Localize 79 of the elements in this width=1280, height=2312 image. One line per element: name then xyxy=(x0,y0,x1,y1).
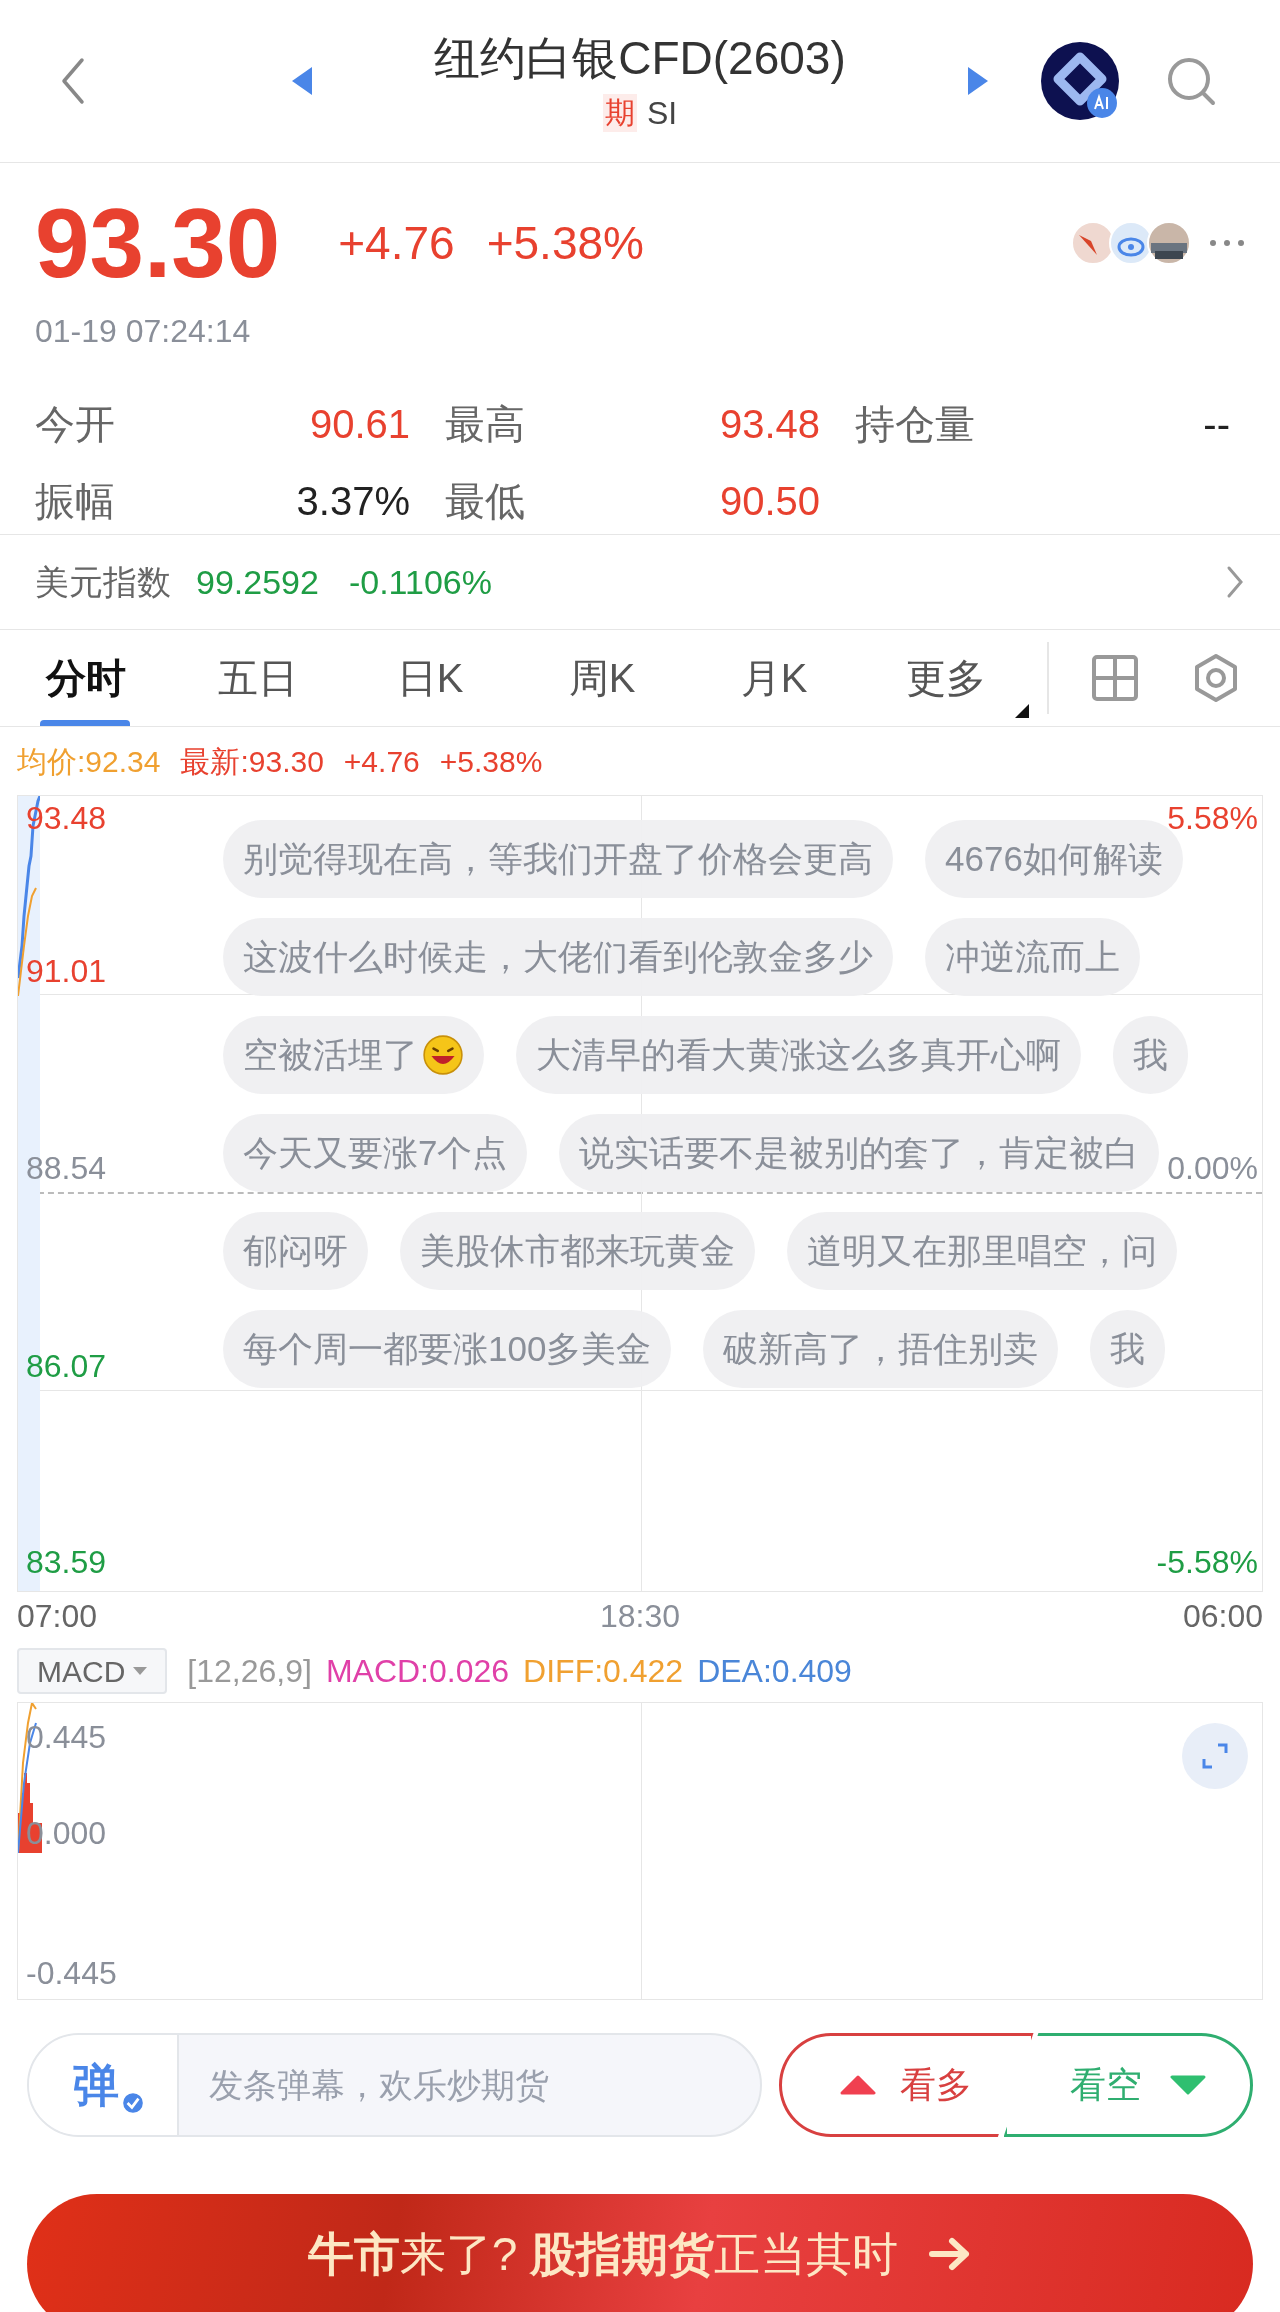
banner-text: 牛市来了? 股指期货正当其时 xyxy=(307,2226,899,2282)
axis-label: 91.01 xyxy=(26,952,107,991)
down-triangle-icon xyxy=(1170,2075,1207,2095)
chevron-right-icon[interactable] xyxy=(1225,564,1245,600)
time-axis-label: 07:00 xyxy=(17,1597,98,1636)
time-axis-label: 06:00 xyxy=(1182,1597,1263,1636)
symbol-code: SI xyxy=(646,94,678,132)
stat-label: 最低 xyxy=(445,477,525,525)
ai-assistant-icon[interactable] xyxy=(1040,41,1120,121)
danmaku-bubble: 这波什么时候走，大佬们看到伦敦金多少 xyxy=(223,918,893,996)
danmaku-bubble: 说实话要不是被别的套了，肯定被白 xyxy=(559,1114,1160,1192)
tab[interactable]: 周K xyxy=(516,630,688,726)
index-change: -0.1106% xyxy=(348,561,492,603)
danmaku-bubble: 道明又在那里唱空，问 xyxy=(787,1212,1177,1290)
danmaku-input-field[interactable]: 发条弹幕，欢乐炒期货 xyxy=(179,2035,760,2135)
stat-value: 90.61 xyxy=(309,400,410,448)
index-name: 美元指数 xyxy=(35,561,171,603)
tab[interactable]: 五日 xyxy=(172,630,344,726)
danmaku-bubble: 今天又要涨7个点 xyxy=(223,1114,528,1192)
bullish-button[interactable]: 看多 xyxy=(778,2033,1034,2137)
dropdown-corner-icon xyxy=(1015,704,1029,718)
danmaku-bubble: 美股休市都来玩黄金 xyxy=(400,1212,755,1290)
danmaku-bubble: 破新高了，捂住别卖 xyxy=(703,1310,1059,1388)
danmaku-bubble: 郁闷呀 xyxy=(223,1212,368,1290)
latest-price-label: +4.76 xyxy=(343,743,420,780)
promo-banner[interactable]: 牛市来了? 股指期货正当其时 xyxy=(27,2194,1253,2312)
indicator-value: MACD:0.026 xyxy=(325,1652,510,1691)
axis-label: 0.00% xyxy=(1167,1149,1258,1188)
search-icon[interactable] xyxy=(1165,55,1217,107)
stat-value: 93.48 xyxy=(719,400,820,448)
danmaku-toggle-label[interactable]: 弹 xyxy=(73,2060,119,2110)
danmaku-bubble: 大清早的看大黄涨这么多真开心啊 xyxy=(516,1016,1081,1094)
latest-price-label: 最新:93.30 xyxy=(180,743,324,780)
axis-label: 88.54 xyxy=(26,1149,107,1188)
stat-label: 持仓量 xyxy=(855,400,975,448)
stat-value: 90.50 xyxy=(719,477,820,525)
tab[interactable]: 月K xyxy=(688,630,860,726)
time-axis-label: 18:30 xyxy=(599,1597,681,1636)
stat-label: 最高 xyxy=(445,400,525,448)
danmaku-bubble: 我 xyxy=(1113,1016,1188,1094)
tab[interactable]: 日K xyxy=(344,630,516,726)
price-change: +4.76 xyxy=(338,215,455,271)
stat-label: 今开 xyxy=(35,400,115,448)
more-menu-tab[interactable]: 更多 xyxy=(860,630,1032,726)
check-badge-icon xyxy=(121,2091,145,2115)
danmaku-bubble: 冲逆流而上 xyxy=(925,918,1140,996)
axis-label: 86.07 xyxy=(26,1347,107,1386)
previous-arrow-icon[interactable] xyxy=(290,65,314,97)
more-icon[interactable] xyxy=(1209,239,1245,247)
danmaku-bubble: 我 xyxy=(1090,1310,1166,1388)
quote-time: 01-19 07:24:14 xyxy=(35,312,252,351)
tab[interactable]: 分时 xyxy=(0,630,172,726)
axis-label: -0.445 xyxy=(26,1954,117,1993)
indicator-value: DIFF:0.422 xyxy=(523,1652,684,1691)
average-price-label: 均价:92.34 xyxy=(17,743,161,780)
index-value: 99.2592 xyxy=(196,561,319,603)
current-price: 93.30 xyxy=(35,193,281,293)
danmaku-bubble: 别觉得现在高，等我们开盘了价格会更高 xyxy=(223,820,893,898)
page-title: 纽约白银CFD(2603) xyxy=(434,31,846,86)
caret-icon xyxy=(133,1667,148,1675)
indicator-dropdown[interactable]: MACD xyxy=(17,1648,168,1694)
latest-price-label: +5.38% xyxy=(439,743,543,780)
stat-label: 振幅 xyxy=(35,477,115,525)
axis-label: 83.59 xyxy=(26,1543,107,1582)
percent-change: +5.38% xyxy=(486,215,644,271)
stat-value: -- xyxy=(1203,400,1230,448)
danmaku-bubble: 每个周一都要涨100多美金 xyxy=(223,1310,672,1388)
up-triangle-icon xyxy=(840,2075,877,2095)
next-arrow-icon[interactable] xyxy=(966,65,990,97)
indicator-params: [12,26,9] xyxy=(187,1652,312,1691)
indicator-value: DEA:0.409 xyxy=(697,1652,852,1691)
grid-layout-icon[interactable] xyxy=(1091,654,1139,702)
danmaku-bubble: 空被活埋了 xyxy=(223,1016,484,1094)
expand-icon[interactable] xyxy=(1182,1723,1248,1789)
market-tag: 期 xyxy=(602,94,637,132)
avatar-icon[interactable] xyxy=(1147,221,1191,265)
comment-input-bar[interactable]: 弹 发条弹幕，欢乐炒期货 xyxy=(27,2033,762,2137)
axis-label: -5.58% xyxy=(1156,1543,1258,1582)
stat-value: 3.37% xyxy=(296,477,410,525)
